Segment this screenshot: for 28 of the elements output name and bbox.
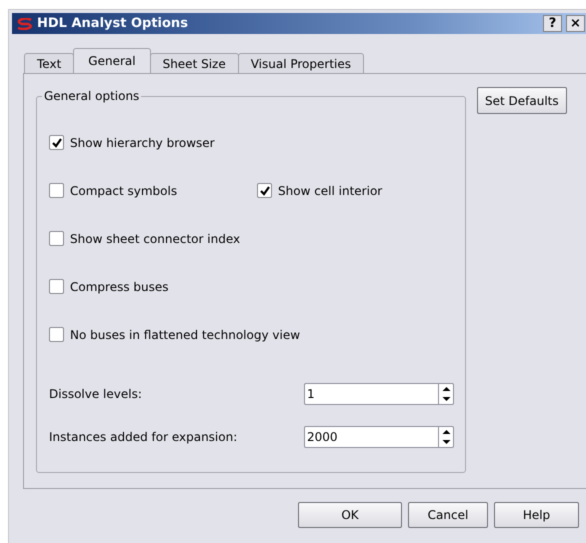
number-field[interactable]: 1: [304, 383, 438, 405]
checkbox-label[interactable]: No buses in flattened technology view: [70, 328, 300, 342]
spinner-label: Instances added for expansion:: [49, 430, 238, 444]
set-defaults-button[interactable]: Set Defaults: [477, 87, 567, 114]
checkbox-label[interactable]: Show cell interior: [278, 184, 382, 198]
tab[interactable]: Visual Properties: [238, 53, 364, 73]
group-title: General options: [42, 89, 142, 103]
checkbox-label[interactable]: Show hierarchy browser: [70, 136, 215, 150]
close-button[interactable]: ×: [566, 15, 585, 32]
checkbox-label[interactable]: Compress buses: [70, 280, 169, 294]
tab[interactable]: Sheet Size: [150, 53, 239, 73]
dialog-button[interactable]: Cancel: [408, 502, 488, 528]
window-title: HDL Analyst Options: [37, 16, 189, 31]
logo-icon: [16, 18, 34, 30]
checkbox-label[interactable]: Compact symbols: [70, 184, 178, 198]
dialog-button[interactable]: Help: [494, 502, 579, 528]
help-button[interactable]: ?: [543, 15, 562, 32]
checkbox[interactable]: [49, 231, 64, 246]
checkbox[interactable]: [257, 183, 272, 198]
checkbox[interactable]: [49, 183, 64, 198]
checkbox[interactable]: [49, 135, 64, 150]
checkbox[interactable]: [49, 327, 64, 342]
tab[interactable]: Text: [24, 53, 74, 73]
checkbox[interactable]: [49, 279, 64, 294]
number-field[interactable]: 2000: [304, 426, 438, 448]
checkbox-label[interactable]: Show sheet connector index: [70, 232, 240, 246]
spinner-label: Dissolve levels:: [49, 387, 143, 401]
dialog-button[interactable]: OK: [298, 502, 402, 528]
